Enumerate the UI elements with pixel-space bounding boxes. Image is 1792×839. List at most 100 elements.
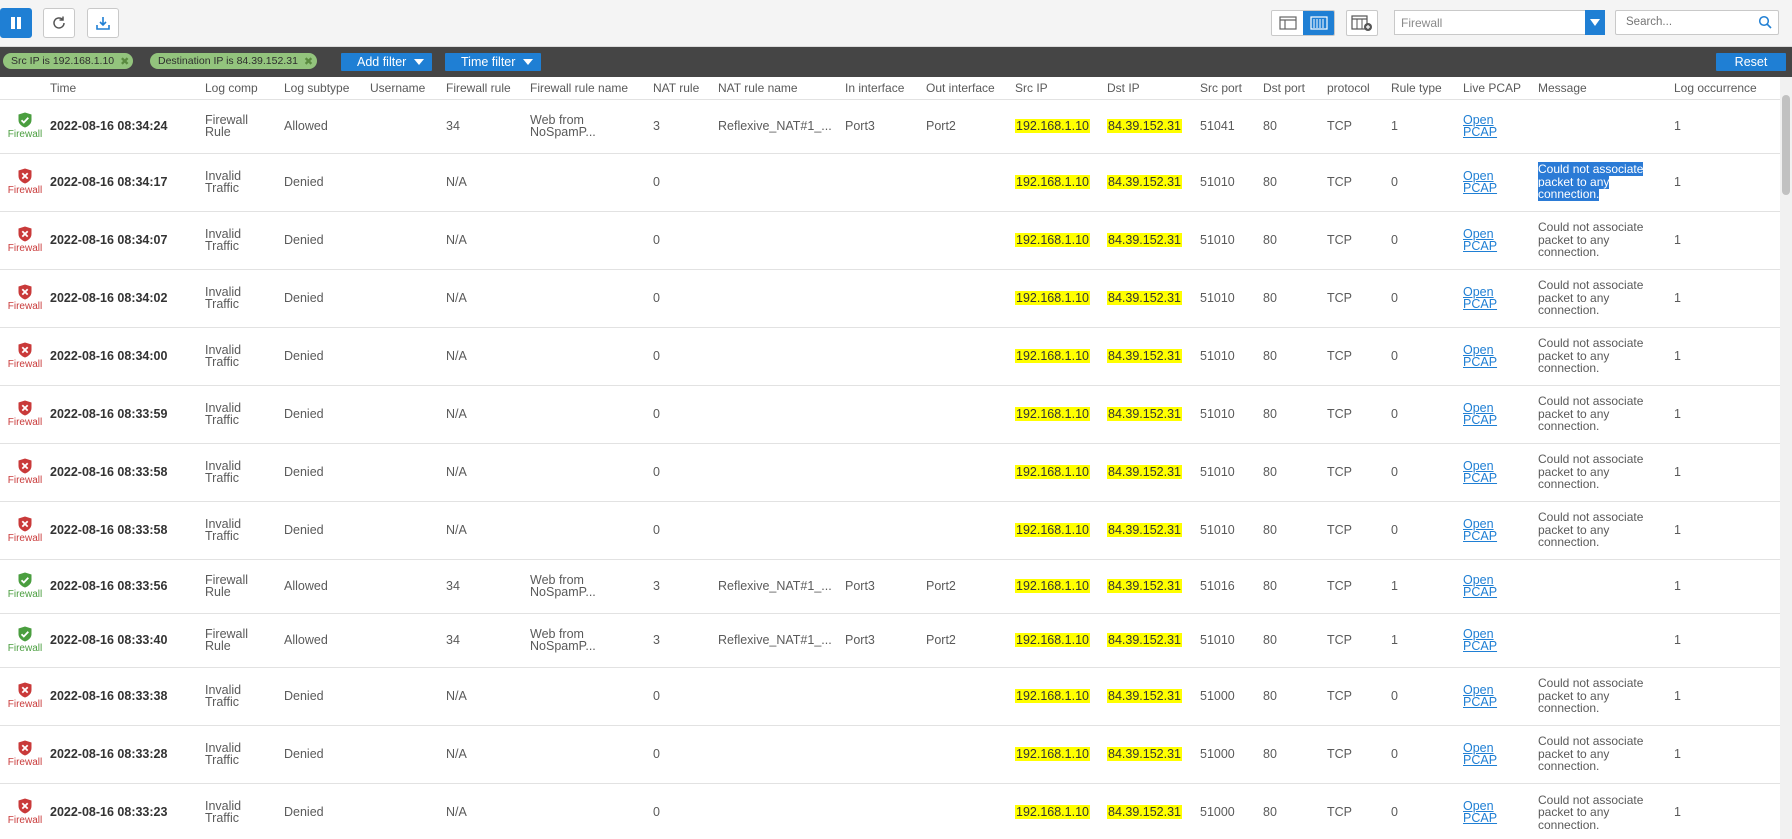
open-pcap-link[interactable]: Open PCAP xyxy=(1463,343,1497,368)
column-header[interactable]: In interface xyxy=(845,77,926,99)
table-row[interactable]: Firewall 2022-08-16 08:33:58 Invalid Traffi… xyxy=(0,442,1780,501)
column-header[interactable]: Src port xyxy=(1200,77,1263,99)
log-time: 2022-08-16 08:33:59 xyxy=(50,407,168,421)
column-header[interactable]: Log occurrence xyxy=(1674,77,1780,99)
table-row[interactable]: Firewall 2022-08-16 08:33:56 Firewall Rule A… xyxy=(0,558,1780,613)
log-comp: Firewall Rule xyxy=(205,113,249,139)
dst-port: 80 xyxy=(1263,689,1277,703)
column-header[interactable]: Message xyxy=(1538,77,1674,99)
add-filter-button[interactable]: Add filter xyxy=(341,53,433,71)
column-header[interactable]: protocol xyxy=(1327,77,1391,99)
detail-view-button[interactable] xyxy=(1272,11,1303,35)
column-header[interactable]: Firewall rule xyxy=(446,77,530,99)
table-row[interactable]: Firewall 2022-08-16 08:33:23 Invalid Traffi… xyxy=(0,782,1780,839)
grid-view-button[interactable] xyxy=(1303,11,1334,35)
column-header[interactable]: Src IP xyxy=(1015,77,1107,99)
log-message: Could not associate packet to any connecti… xyxy=(1538,452,1644,492)
dst-port: 80 xyxy=(1263,407,1277,421)
reset-button[interactable]: Reset xyxy=(1716,53,1786,71)
log-comp: Invalid Traffic xyxy=(205,683,242,709)
in-interface: Port3 xyxy=(845,633,875,647)
remove-filter-icon[interactable]: ✖ xyxy=(304,55,313,68)
log-source-select[interactable]: Firewall xyxy=(1394,10,1605,35)
open-pcap-link[interactable]: Open PCAP xyxy=(1463,517,1497,542)
table-row[interactable]: Firewall 2022-08-16 08:33:28 Invalid Traffi… xyxy=(0,724,1780,783)
shield-x-icon xyxy=(18,284,32,300)
column-header[interactable]: NAT rule xyxy=(653,77,718,99)
table-row[interactable]: Firewall 2022-08-16 08:33:59 Invalid Traffi… xyxy=(0,384,1780,443)
log-comp: Invalid Traffic xyxy=(205,799,242,826)
log-component-badge: Firewall xyxy=(0,740,50,768)
protocol: TCP xyxy=(1327,119,1352,133)
column-header[interactable]: Firewall rule name xyxy=(530,77,653,99)
vertical-scrollbar[interactable] xyxy=(1780,77,1792,839)
open-pcap-link[interactable]: Open PCAP xyxy=(1463,741,1497,766)
column-header[interactable]: Dst port xyxy=(1263,77,1327,99)
log-comp: Firewall Rule xyxy=(205,573,249,599)
firewall-rule: N/A xyxy=(446,291,467,305)
remove-filter-icon[interactable]: ✖ xyxy=(120,55,129,68)
column-header[interactable]: Time xyxy=(50,77,205,99)
rule-type: 0 xyxy=(1391,349,1398,363)
add-column-button[interactable] xyxy=(1346,10,1378,36)
log-component-badge: Firewall xyxy=(0,342,50,370)
open-pcap-link[interactable]: Open PCAP xyxy=(1463,800,1497,825)
dst-ip: 84.39.152.31 xyxy=(1107,175,1182,189)
log-occurrence: 1 xyxy=(1674,523,1681,537)
table-row[interactable]: Firewall 2022-08-16 08:33:58 Invalid Traffi… xyxy=(0,500,1780,559)
column-header[interactable]: Out interface xyxy=(926,77,1015,99)
column-header[interactable]: Username xyxy=(370,77,446,99)
dst-port: 80 xyxy=(1263,119,1277,133)
rule-type: 1 xyxy=(1391,119,1398,133)
firewall-rule-name: Web from NoSpamP... xyxy=(530,573,596,599)
table-row[interactable]: Firewall 2022-08-16 08:34:02 Invalid Traffi… xyxy=(0,268,1780,327)
open-pcap-link[interactable]: Open PCAP xyxy=(1463,227,1497,252)
search-input[interactable] xyxy=(1626,11,1761,33)
column-header[interactable]: NAT rule name xyxy=(718,77,845,99)
open-pcap-link[interactable]: Open PCAP xyxy=(1463,169,1497,194)
column-header[interactable]: Log comp xyxy=(205,77,284,99)
table-row[interactable]: Firewall 2022-08-16 08:34:17 Invalid Traffi… xyxy=(0,152,1780,211)
open-pcap-link[interactable]: Open PCAP xyxy=(1463,459,1497,484)
table-row[interactable]: Firewall 2022-08-16 08:33:40 Firewall Rule A… xyxy=(0,612,1780,667)
log-occurrence: 1 xyxy=(1674,633,1681,647)
nat-rule: 0 xyxy=(653,465,660,479)
filter-chip-src-ip[interactable]: Src IP is 192.168.1.10 ✖ xyxy=(3,53,134,69)
firewall-rule: N/A xyxy=(446,465,467,479)
refresh-button[interactable] xyxy=(43,8,75,38)
dst-ip: 84.39.152.31 xyxy=(1107,579,1182,593)
open-pcap-link[interactable]: Open PCAP xyxy=(1463,573,1497,598)
log-message: Could not associate packet to any connecti… xyxy=(1538,394,1644,434)
search-icon[interactable] xyxy=(1758,15,1772,29)
table-row[interactable]: Firewall 2022-08-16 08:34:24 Firewall Rule A… xyxy=(0,98,1780,153)
src-port: 51010 xyxy=(1200,175,1235,189)
filter-chip-dst-ip[interactable]: Destination IP is 84.39.152.31 ✖ xyxy=(150,53,318,69)
log-subtype: Denied xyxy=(284,349,324,363)
log-time: 2022-08-16 08:33:58 xyxy=(50,465,168,479)
log-component-badge: Firewall xyxy=(0,572,50,600)
log-subtype: Denied xyxy=(284,465,324,479)
export-button[interactable] xyxy=(87,8,119,38)
chevron-down-icon[interactable] xyxy=(1585,10,1605,35)
open-pcap-link[interactable]: Open PCAP xyxy=(1463,113,1497,138)
scrollbar-thumb[interactable] xyxy=(1782,95,1790,195)
column-header[interactable]: Live PCAP xyxy=(1463,77,1538,99)
open-pcap-link[interactable]: Open PCAP xyxy=(1463,683,1497,708)
log-time: 2022-08-16 08:33:38 xyxy=(50,689,168,703)
pause-button[interactable] xyxy=(0,8,32,38)
table-row[interactable]: Firewall 2022-08-16 08:34:00 Invalid Traffi… xyxy=(0,326,1780,385)
open-pcap-link[interactable]: Open PCAP xyxy=(1463,627,1497,652)
time-filter-button[interactable]: Time filter xyxy=(445,53,542,71)
table-row[interactable]: Firewall 2022-08-16 08:34:07 Invalid Traffi… xyxy=(0,210,1780,269)
open-pcap-link[interactable]: Open PCAP xyxy=(1463,401,1497,426)
log-table: Time Log comp Log subtype Username Firewall … xyxy=(0,77,1780,839)
column-header[interactable]: Log subtype xyxy=(284,77,370,99)
open-pcap-link[interactable]: Open PCAP xyxy=(1463,285,1497,310)
column-header[interactable]: Rule type xyxy=(1391,77,1463,99)
src-ip: 192.168.1.10 xyxy=(1015,633,1090,647)
shield-x-icon xyxy=(18,400,32,416)
column-header[interactable]: Dst IP xyxy=(1107,77,1200,99)
log-comp: Invalid Traffic xyxy=(205,741,242,767)
table-row[interactable]: Firewall 2022-08-16 08:33:38 Invalid Traffi… xyxy=(0,666,1780,725)
download-icon xyxy=(96,17,110,30)
